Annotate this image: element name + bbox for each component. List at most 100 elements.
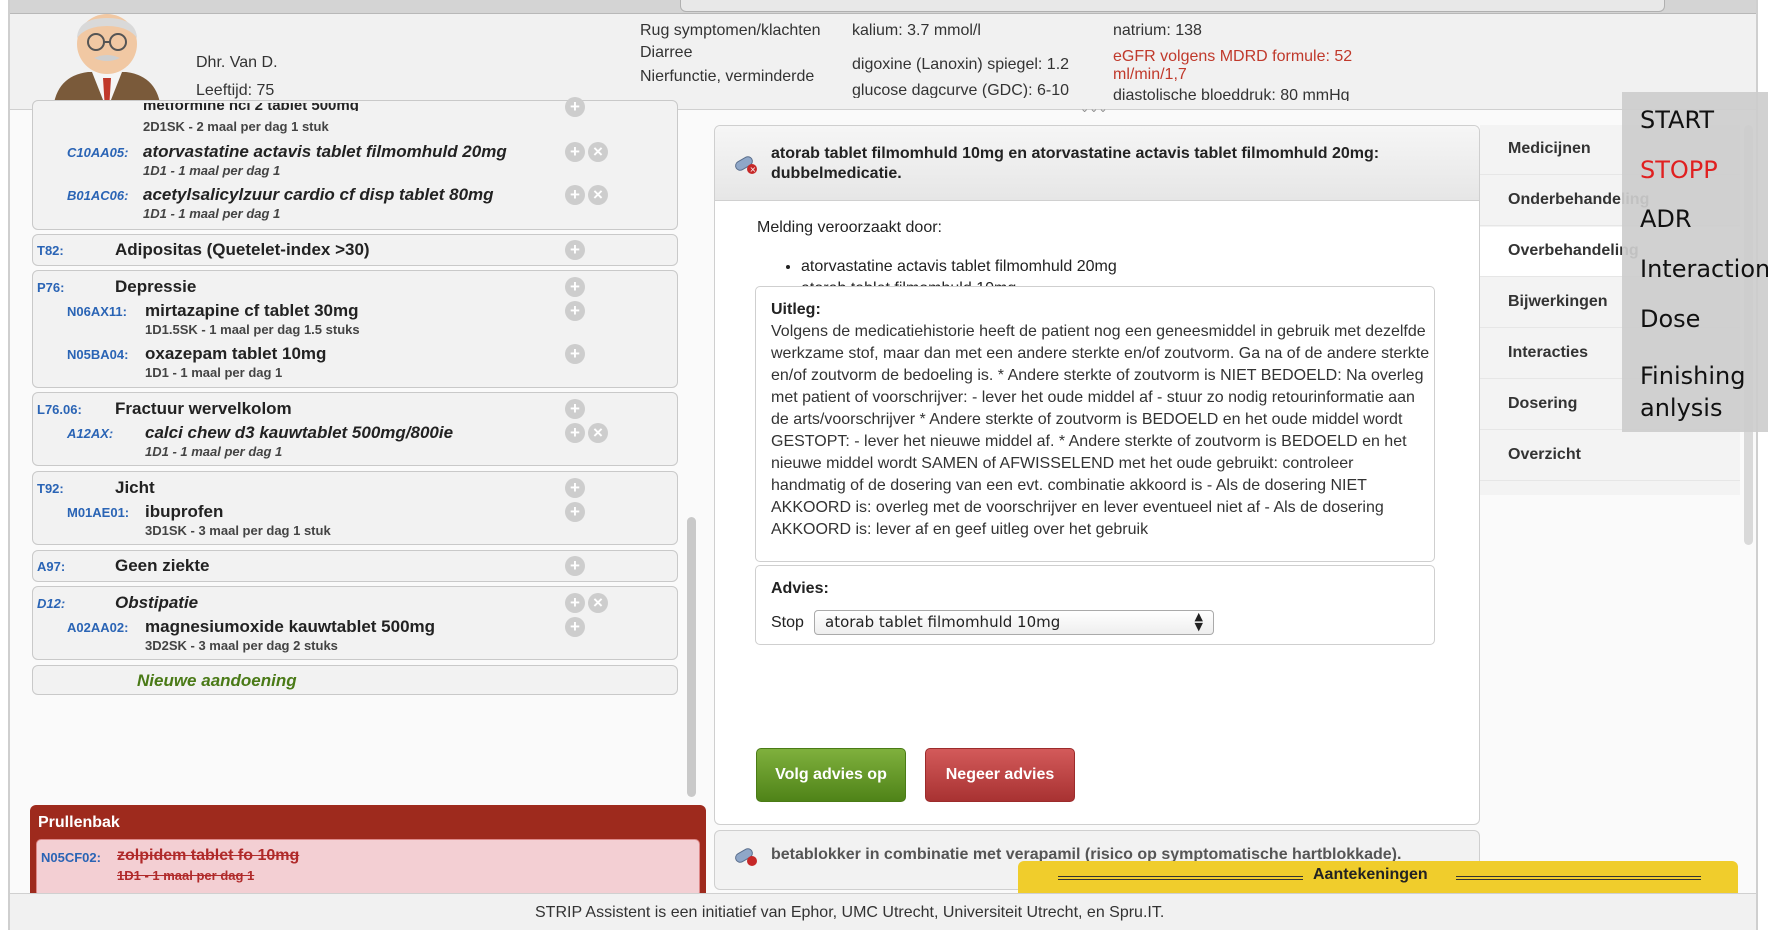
dosage-text: 1D1.5SK - 1 maal per dag 1.5 stuks: [145, 322, 360, 337]
complaint-item: Nierfunctie, verminderde: [640, 68, 815, 85]
icpc-code: T82:: [37, 243, 64, 258]
atc-code: N05CF02:: [41, 850, 101, 865]
add-icon[interactable]: +: [565, 301, 585, 321]
medication-name[interactable]: atorvastatine actavis tablet filmomhuld …: [143, 142, 507, 162]
left-scrollbar[interactable]: [687, 517, 696, 797]
notes-label: Aantekeningen: [1313, 866, 1428, 883]
condition-name[interactable]: Depressie: [115, 277, 196, 297]
medication-name[interactable]: oxazepam tablet 10mg: [145, 344, 326, 364]
remove-icon[interactable]: ×: [588, 423, 608, 443]
trash-item[interactable]: N05CF02: zolpidem tablet fo 10mg 1D1 - 1…: [36, 839, 700, 897]
add-icon[interactable]: +: [565, 502, 585, 522]
patient-age: Leeftijd: 75: [196, 82, 275, 99]
medication-name[interactable]: magnesiumoxide kauwtablet 500mg: [145, 617, 435, 637]
follow-advice-button[interactable]: Volg advies op: [756, 748, 906, 802]
tab-overzicht[interactable]: Overzicht: [1480, 431, 1740, 481]
atc-code: A12AX:: [67, 426, 114, 441]
remove-icon[interactable]: ×: [588, 142, 608, 162]
app-window: Dhr. Van D. Leeftijd: 75 Rug symptomen/k…: [8, 0, 1758, 930]
trash-bin: Prullenbak N05CF02: zolpidem tablet fo 1…: [30, 805, 706, 901]
medication-name[interactable]: mirtazapine cf tablet 30mg: [145, 301, 359, 321]
notes-bar[interactable]: Aantekeningen: [1018, 861, 1738, 893]
notes-divider: [1456, 876, 1701, 880]
condition-name[interactable]: Adipositas (Quetelet-index >30): [115, 240, 370, 260]
dosage-text: 1D1 - 1 maal per dag 1: [143, 163, 281, 178]
add-icon[interactable]: +: [565, 142, 585, 162]
condition-group: P76: Depressie + N06AX11: mirtazapine cf…: [32, 270, 678, 388]
stop-label: Stop: [771, 614, 804, 631]
stop-medication-select[interactable]: atorab tablet filmomhuld 10mg ▲ ▼: [814, 610, 1214, 635]
expand-header-icon[interactable]: ⌄⌄⌄: [1080, 102, 1108, 115]
dosage-text: 1D1 - 1 maal per dag 1: [143, 206, 281, 221]
condition-group: T92: Jicht + M01AE01: ibuprofen 3D1SK - …: [32, 471, 678, 545]
alert-header[interactable]: × atorab tablet filmomhuld 10mg en atorv…: [715, 126, 1479, 201]
pill-warning-icon: ×: [733, 155, 759, 175]
atc-code: C10AA05:: [67, 145, 129, 160]
alert-card: × atorab tablet filmomhuld 10mg en atorv…: [714, 125, 1480, 825]
remove-icon[interactable]: ×: [588, 593, 608, 613]
add-icon[interactable]: +: [565, 97, 585, 117]
atc-code: N06AX11:: [67, 304, 127, 319]
condition-name[interactable]: Obstipatie: [115, 593, 198, 613]
condition-group: D12: Obstipatie + × A02AA02: magnesiumox…: [32, 586, 678, 660]
ignore-advice-button[interactable]: Negeer advies: [925, 748, 1075, 802]
complaints-list: Rug symptomen/klachten Diarree Nierfunct…: [640, 18, 821, 90]
medication-name[interactable]: metformine hcl 2 tablet 500mg: [143, 103, 359, 111]
add-icon[interactable]: +: [565, 399, 585, 419]
advice-title: Advies:: [771, 580, 829, 597]
advice-box: Advies: Stop atorab tablet filmomhuld 10…: [755, 565, 1435, 645]
new-condition-button[interactable]: Nieuwe aandoening: [32, 665, 678, 695]
patient-name: Dhr. Van D.: [196, 54, 278, 71]
lab-value: glucose dagcurve (GDC): 6-10: [852, 82, 1069, 98]
icpc-code: T92:: [37, 481, 64, 496]
condition-name[interactable]: Fractuur wervelkolom: [115, 399, 292, 419]
add-icon[interactable]: +: [565, 423, 585, 443]
add-icon[interactable]: +: [565, 344, 585, 364]
step-dose: Dose: [1640, 305, 1701, 333]
atc-code: N05BA04:: [67, 347, 129, 362]
atc-code: B01AC06:: [67, 188, 129, 203]
add-icon[interactable]: +: [565, 617, 585, 637]
condition-name[interactable]: Jicht: [115, 478, 155, 498]
step-adr: ADR: [1640, 205, 1692, 233]
caused-by-label: Melding veroorzaakt door:: [757, 219, 942, 236]
step-start: START: [1640, 106, 1715, 134]
medication-name[interactable]: zolpidem tablet fo 10mg: [117, 847, 299, 865]
add-icon[interactable]: +: [565, 185, 585, 205]
lab-value-alert: eGFR volgens MDRD formule: 52: [1113, 48, 1353, 65]
notes-divider: [1058, 876, 1303, 880]
add-icon[interactable]: +: [565, 277, 585, 297]
add-icon[interactable]: +: [565, 240, 585, 260]
medication-name[interactable]: ibuprofen: [145, 502, 223, 522]
step-interaction: Interaction: [1640, 255, 1768, 283]
stop-medication-value: atorab tablet filmomhuld 10mg: [825, 613, 1061, 631]
icpc-code: D12:: [37, 596, 66, 611]
condition-name[interactable]: Geen ziekte: [115, 556, 210, 576]
condition-group: T82: Adipositas (Quetelet-index >30) +: [32, 234, 678, 266]
patient-avatar: [48, 14, 166, 110]
step-overlay: START STOPP ADR Interaction Dose Finishi…: [1622, 92, 1768, 432]
add-icon[interactable]: +: [565, 556, 585, 576]
pill-warning-icon: [733, 847, 759, 867]
step-stopp: STOPP: [1640, 156, 1718, 184]
lab-value: kalium: 3.7 mmol/l: [852, 22, 981, 39]
address-bar[interactable]: [680, 0, 1665, 12]
add-icon[interactable]: +: [565, 593, 585, 613]
dosage-text: 1D1 - 1 maal per dag 1: [145, 365, 283, 380]
dosage-text: 1D1 - 1 maal per dag 1: [145, 444, 283, 459]
footer: STRIP Assistent is een initiatief van Ep…: [10, 893, 1756, 930]
browser-top-strip: [10, 0, 1756, 14]
remove-icon[interactable]: ×: [588, 185, 608, 205]
add-icon[interactable]: +: [565, 478, 585, 498]
svg-text:×: ×: [750, 165, 757, 174]
lab-value-alert: ml/min/1,7: [1113, 66, 1187, 83]
new-condition-label[interactable]: Nieuwe aandoening: [137, 671, 297, 691]
dosage-text: 1D1 - 1 maal per dag 1: [117, 868, 255, 883]
dosage-text: 3D1SK - 3 maal per dag 1 stuk: [145, 523, 331, 538]
patient-header: Dhr. Van D. Leeftijd: 75 Rug symptomen/k…: [10, 14, 1756, 115]
step-analysis: anlysis: [1640, 394, 1723, 422]
medication-name[interactable]: acetylsalicylzuur cardio cf disp tablet …: [143, 185, 494, 205]
icpc-code: L76.06:: [37, 402, 82, 417]
medication-name[interactable]: calci chew d3 kauwtablet 500mg/800ie: [145, 423, 453, 443]
dosage-text: 2D1SK - 2 maal per dag 1 stuk: [143, 119, 329, 134]
